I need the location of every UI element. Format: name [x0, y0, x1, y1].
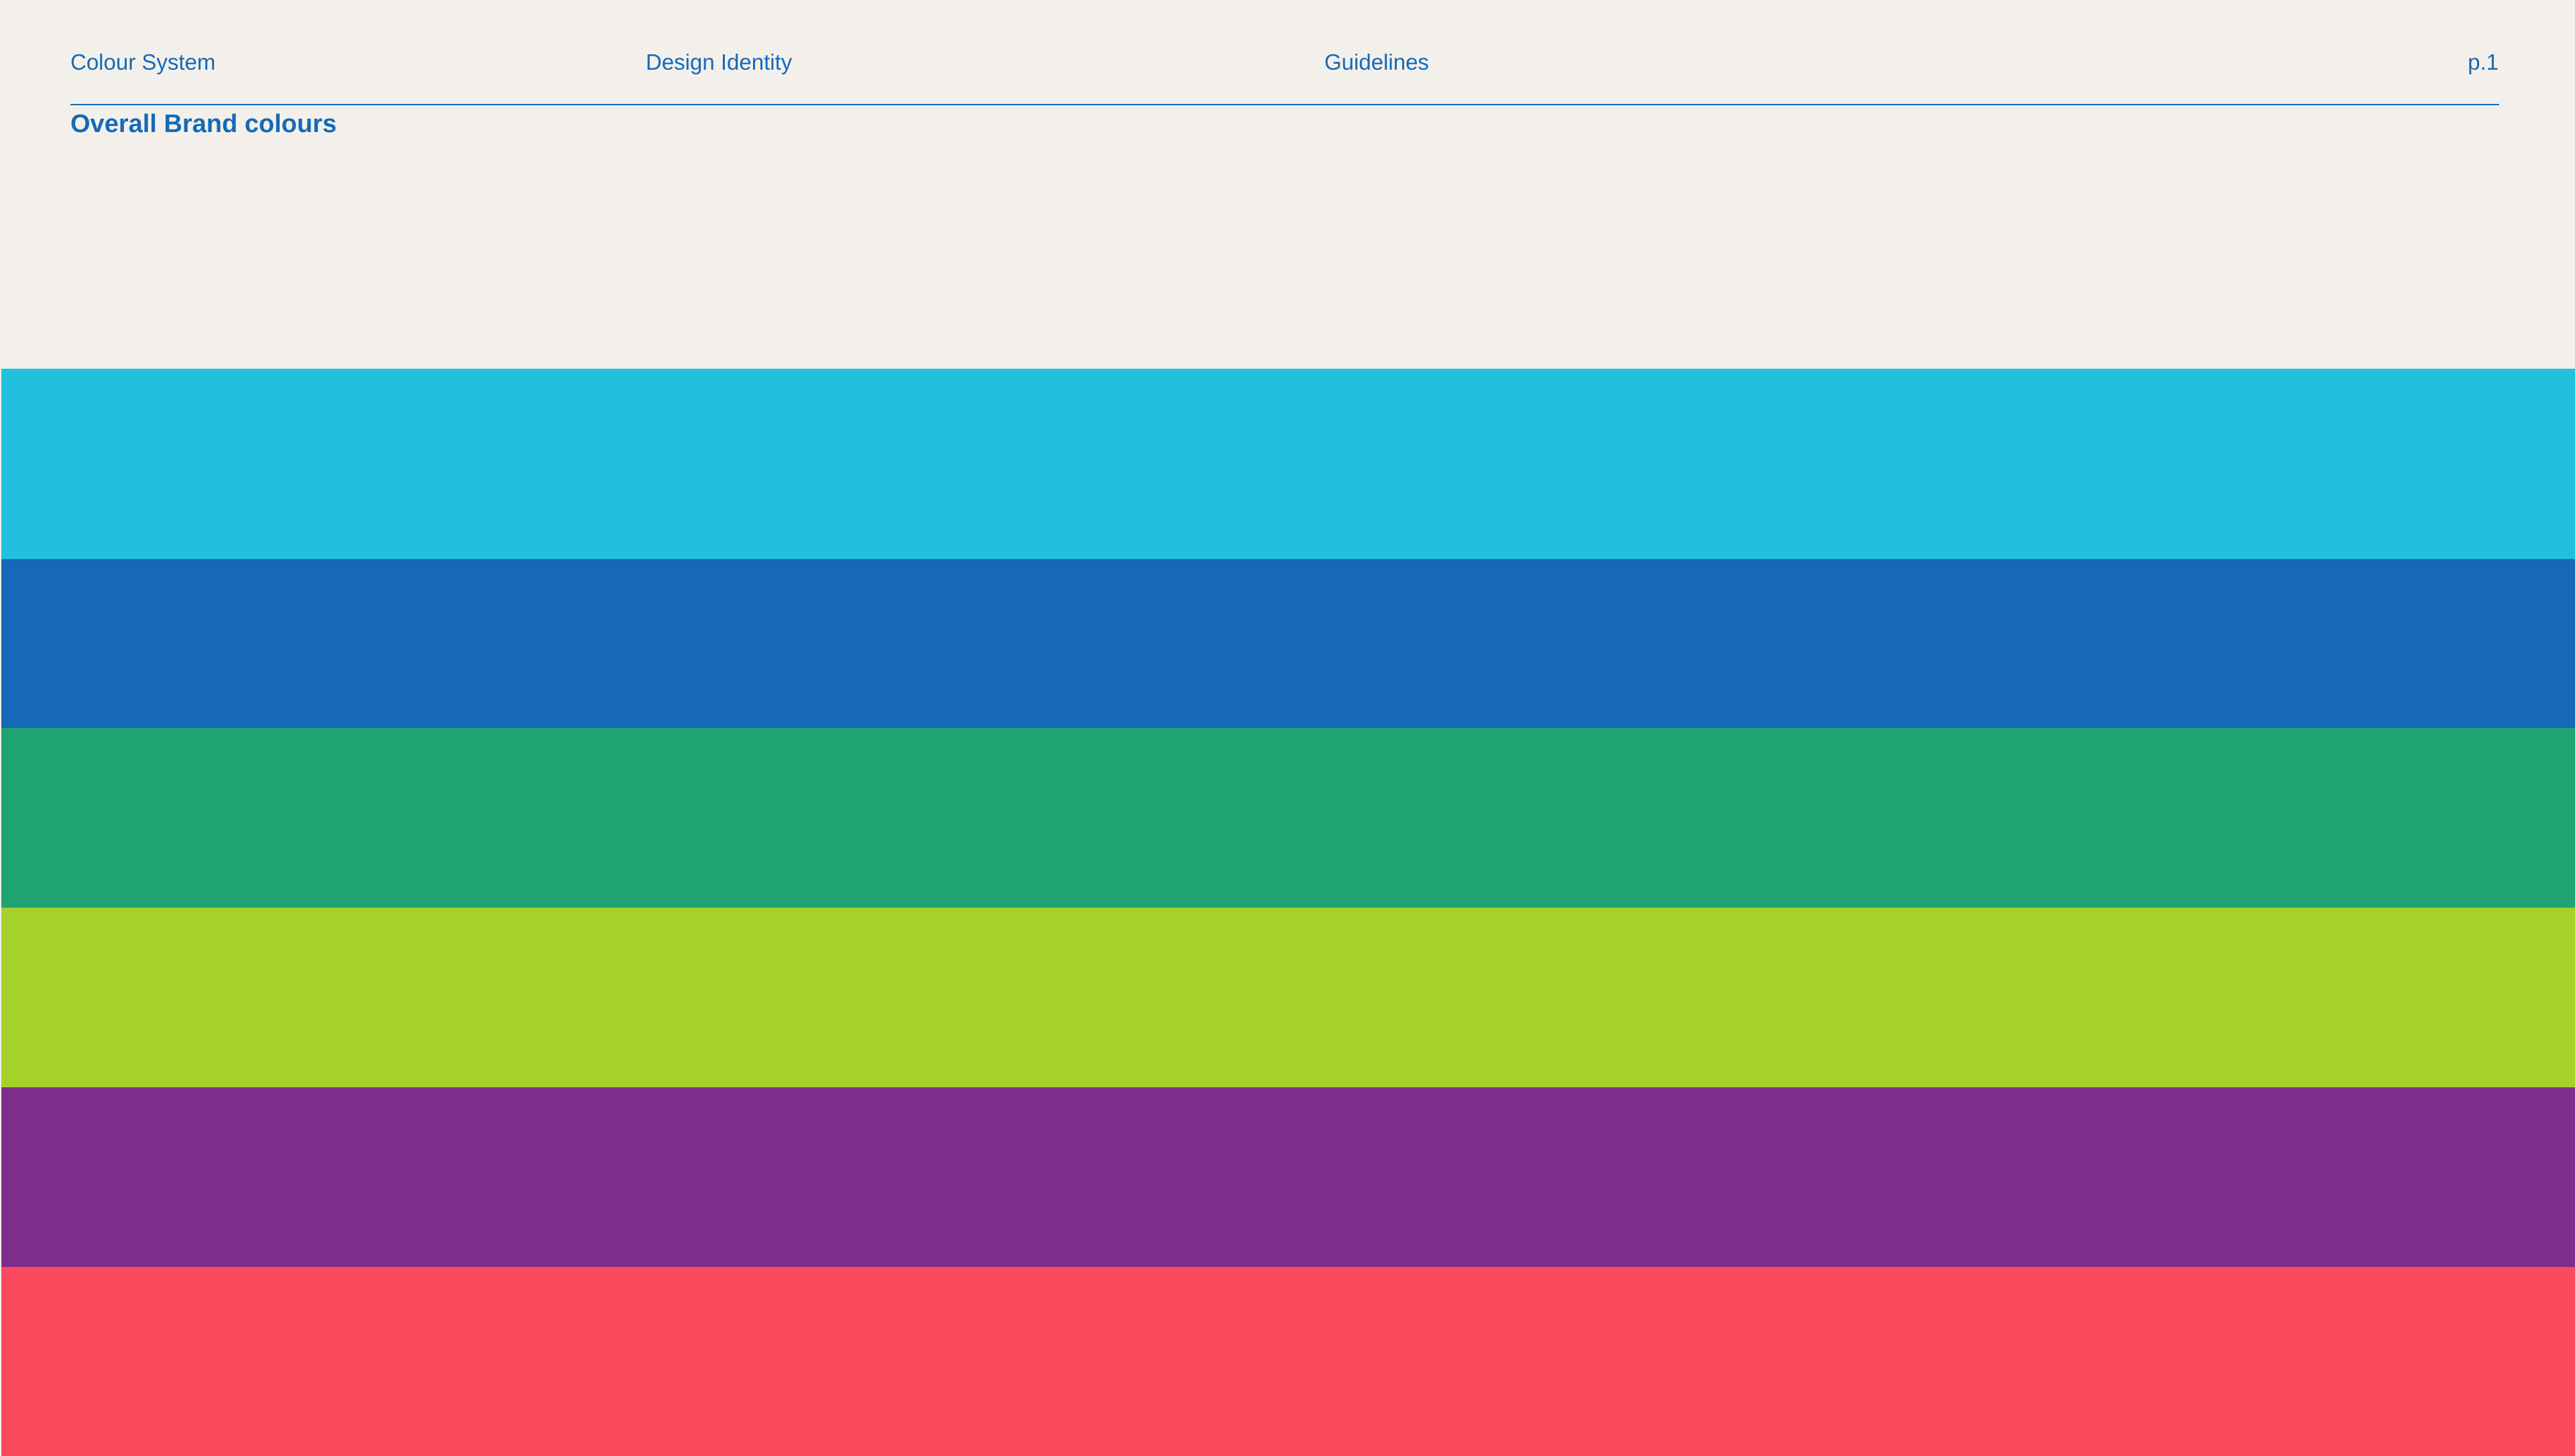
- brand-colour-page: Colour System Design Identity Guidelines…: [0, 0, 2575, 1456]
- colour-swatch-purple: [1, 1087, 2575, 1267]
- page-title: Overall Brand colours: [70, 110, 337, 138]
- colour-swatch-green: [1, 728, 2575, 908]
- colour-swatch-cyan: [1, 369, 2575, 559]
- colour-swatch-coral: [1, 1267, 2575, 1456]
- page-number: p.1: [2468, 50, 2499, 74]
- header-project-label: Design Identity: [646, 50, 793, 74]
- colour-swatch-lime: [1, 908, 2575, 1087]
- header-divider: [70, 104, 2499, 105]
- header-section-label: Colour System: [70, 50, 216, 74]
- colour-swatch-blue: [1, 559, 2575, 728]
- header-document-label: Guidelines: [1324, 50, 1429, 74]
- colour-swatch-stack: [1, 369, 2575, 1456]
